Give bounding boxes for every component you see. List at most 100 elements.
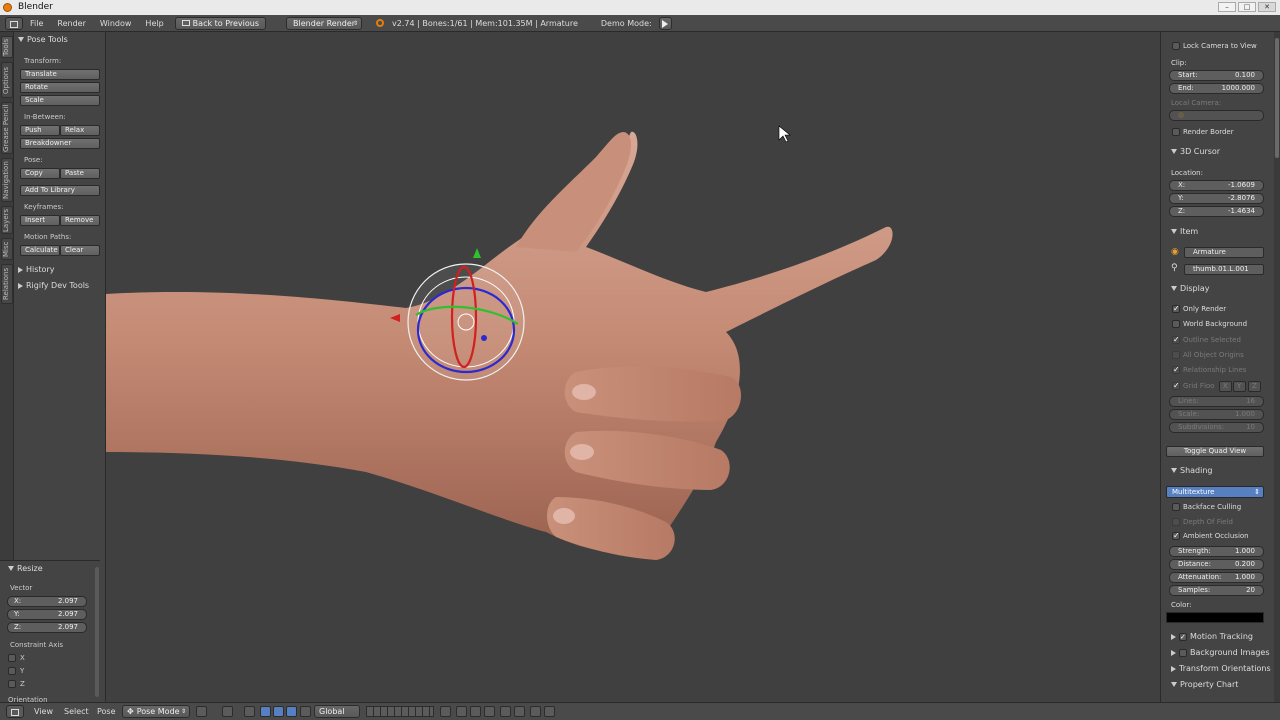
render-border-checkbox[interactable] (1172, 128, 1180, 136)
manipulator-toggle-icon[interactable] (244, 706, 255, 717)
ambient-occlusion-checkbox[interactable] (1172, 531, 1180, 540)
background-images-checkbox[interactable] (1179, 648, 1187, 657)
remove-keyframe-button[interactable]: Remove (60, 215, 100, 226)
translate-manipulator-icon[interactable] (260, 706, 271, 717)
pivot-point-icon[interactable] (222, 706, 233, 717)
ao-attenuation-field[interactable]: Attenuation: 1.000 (1169, 572, 1264, 583)
menu-select[interactable]: Select (64, 707, 89, 716)
transform-orientations-header[interactable]: Transform Orientations (1171, 664, 1271, 673)
grid-scale-field[interactable]: Scale: 1.000 (1169, 409, 1264, 420)
pose-flip-icon[interactable] (484, 706, 495, 717)
scale-button[interactable]: Scale (20, 95, 100, 106)
add-to-library-button[interactable]: Add To Library (20, 185, 100, 196)
property-chart-header[interactable]: Property Chart (1171, 680, 1238, 689)
grid-subdivisions-field[interactable]: Subdivisions: 10 (1169, 422, 1264, 433)
pose-tools-header[interactable]: Pose Tools (18, 35, 68, 44)
relax-button[interactable]: Relax (60, 125, 100, 136)
shading-mode-select[interactable]: Multitexture ⇕ (1166, 486, 1264, 498)
rotate-button[interactable]: Rotate (20, 82, 100, 93)
viewport-shading-icon[interactable] (196, 706, 207, 717)
opengl-render-icon[interactable] (530, 706, 541, 717)
grid-axis-y-toggle[interactable]: Y (1233, 381, 1246, 392)
pose-copy-icon[interactable] (456, 706, 467, 717)
menu-file[interactable]: File (23, 15, 50, 32)
bone-name-field[interactable]: thumb.01.L.001 (1184, 264, 1264, 275)
toggle-quad-view-button[interactable]: Toggle Quad View (1166, 446, 1264, 457)
cursor-y-field[interactable]: Y: -2.8076 (1169, 193, 1264, 204)
tab-grease-pencil[interactable]: Grease Pencil (1, 102, 13, 154)
depth-of-field-checkbox[interactable] (1172, 518, 1180, 526)
menu-pose[interactable]: Pose (97, 707, 116, 716)
motion-tracking-header[interactable]: ✓ Motion Tracking (1171, 632, 1253, 641)
tab-options[interactable]: Options (1, 62, 13, 98)
motion-tracking-checkbox[interactable]: ✓ (1179, 632, 1187, 641)
rigify-header[interactable]: Rigify Dev Tools (18, 281, 89, 290)
constraint-y-checkbox[interactable] (8, 667, 16, 675)
translate-button[interactable]: Translate (20, 69, 100, 80)
back-to-previous-button[interactable]: Back to Previous (174, 16, 267, 30)
local-camera-field[interactable]: ◍ (1169, 110, 1264, 121)
snap-element-icon[interactable] (514, 706, 525, 717)
clip-start-field[interactable]: Start: 0.100 (1169, 70, 1264, 81)
editor-type-icon[interactable] (5, 16, 23, 30)
breakdowner-button[interactable]: Breakdowner (20, 138, 100, 149)
tab-layers[interactable]: Layers (1, 206, 13, 234)
pose-paste-icon[interactable] (470, 706, 481, 717)
opengl-anim-icon[interactable] (544, 706, 555, 717)
render-engine-select[interactable]: Blender Render ⇕ (286, 16, 363, 30)
paste-pose-button[interactable]: Paste (60, 168, 100, 179)
properties-scrollbar[interactable] (1274, 32, 1280, 702)
menu-render[interactable]: Render (50, 15, 92, 32)
all-origins-checkbox[interactable] (1172, 351, 1180, 359)
tab-tools[interactable]: Tools (1, 36, 13, 58)
transform-orientation-select[interactable]: Global (314, 705, 360, 718)
manipulator-extra-icon[interactable] (300, 706, 311, 717)
history-header[interactable]: History (18, 265, 54, 274)
snap-icon[interactable] (500, 706, 511, 717)
tab-navigation[interactable]: Navigation (1, 158, 13, 202)
grid-floor-checkbox[interactable] (1172, 381, 1180, 390)
play-button[interactable] (658, 16, 672, 30)
menu-window[interactable]: Window (93, 15, 139, 32)
constraint-x-checkbox[interactable] (8, 654, 16, 662)
object-name-field[interactable]: Armature (1184, 247, 1264, 258)
clear-button[interactable]: Clear (60, 245, 100, 256)
tab-relations[interactable]: Relations (1, 264, 13, 304)
layer-buttons[interactable] (366, 706, 434, 717)
redo-panel-scrollbar[interactable] (95, 567, 99, 697)
editor-type-icon[interactable] (6, 705, 24, 718)
insert-keyframe-button[interactable]: Insert (20, 215, 60, 226)
display-header[interactable]: Display (1171, 284, 1210, 293)
vector-z-field[interactable]: Z: 2.097 (7, 622, 87, 633)
lock-camera-checkbox[interactable] (1172, 42, 1180, 50)
scale-manipulator-icon[interactable] (286, 706, 297, 717)
vector-x-field[interactable]: X: 2.097 (7, 596, 87, 607)
minimize-button[interactable]: – (1218, 2, 1236, 12)
calculate-button[interactable]: Calculate (20, 245, 60, 256)
relationship-lines-checkbox[interactable] (1172, 365, 1180, 374)
ao-distance-field[interactable]: Distance: 0.200 (1169, 559, 1264, 570)
backface-culling-checkbox[interactable] (1172, 503, 1180, 511)
background-images-header[interactable]: Background Images (1171, 648, 1270, 657)
lock-layers-icon[interactable] (440, 706, 451, 717)
world-background-checkbox[interactable] (1172, 320, 1180, 328)
grid-lines-field[interactable]: Lines: 16 (1169, 396, 1264, 407)
outline-selected-checkbox[interactable] (1172, 335, 1180, 344)
resize-header[interactable]: Resize (8, 564, 43, 573)
grid-axis-x-toggle[interactable]: X (1219, 381, 1232, 392)
only-render-checkbox[interactable] (1172, 304, 1180, 313)
scrollbar-thumb[interactable] (1275, 38, 1279, 158)
menu-view[interactable]: View (34, 707, 53, 716)
tab-misc[interactable]: Misc (1, 238, 13, 260)
3d-cursor-header[interactable]: 3D Cursor (1171, 147, 1220, 156)
grid-axis-z-toggle[interactable]: Z (1248, 381, 1261, 392)
constraint-z-checkbox[interactable] (8, 680, 16, 688)
mode-select[interactable]: ✥ Pose Mode ⇕ (122, 705, 190, 718)
item-header[interactable]: Item (1171, 227, 1198, 236)
push-button[interactable]: Push (20, 125, 60, 136)
vector-y-field[interactable]: Y: 2.097 (7, 609, 87, 620)
cursor-x-field[interactable]: X: -1.0609 (1169, 180, 1264, 191)
clip-end-field[interactable]: End: 1000.000 (1169, 83, 1264, 94)
maximize-button[interactable]: □ (1238, 2, 1256, 12)
close-button[interactable]: ✕ (1258, 2, 1276, 12)
